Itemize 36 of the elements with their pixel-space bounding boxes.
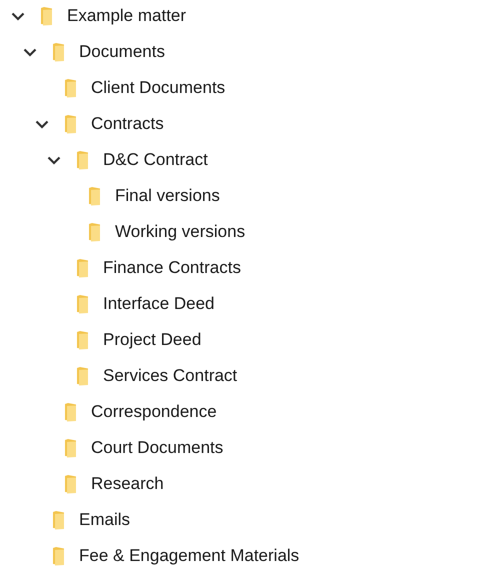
folder-icon — [40, 6, 53, 26]
chevron-icon[interactable] — [11, 12, 25, 20]
folder-label[interactable]: Working versions — [115, 222, 246, 242]
folder-label[interactable]: Services Contract — [103, 366, 238, 386]
folder-label[interactable]: Research — [91, 474, 164, 494]
folder-icon — [64, 474, 77, 494]
folder-label[interactable]: Contracts — [91, 114, 164, 134]
folder-label[interactable]: D&C Contract — [103, 150, 208, 170]
chevron-icon[interactable] — [35, 120, 49, 128]
folder-icon — [64, 402, 77, 422]
folder-label[interactable]: Fee & Engagement Materials — [79, 546, 300, 566]
folder-icon — [52, 546, 65, 566]
folder-label[interactable]: Finance Contracts — [103, 258, 241, 278]
folder-icon — [76, 258, 89, 278]
folder-icon — [88, 186, 101, 206]
folder-label[interactable]: Example matter — [67, 6, 186, 26]
folder-label[interactable]: Documents — [79, 42, 165, 62]
folder-label[interactable]: Project Deed — [103, 330, 202, 350]
folder-icon — [76, 150, 89, 170]
folder-icon — [64, 438, 77, 458]
folder-label[interactable]: Final versions — [115, 186, 220, 206]
folder-label[interactable]: Court Documents — [91, 438, 224, 458]
folder-icon — [52, 42, 65, 62]
folder-icon — [76, 366, 89, 386]
chevron-icon[interactable] — [47, 156, 61, 164]
folder-icon — [76, 294, 89, 314]
folder-label[interactable]: Client Documents — [91, 78, 226, 98]
folder-label[interactable]: Correspondence — [91, 402, 217, 422]
folder-label[interactable]: Interface Deed — [103, 294, 215, 314]
folder-icon — [52, 510, 65, 530]
folder-icon — [64, 114, 77, 134]
folder-icon — [76, 330, 89, 350]
folder-icon — [64, 78, 77, 98]
folder-label[interactable]: Emails — [79, 510, 130, 530]
folder-icon — [88, 222, 101, 242]
chevron-icon[interactable] — [23, 48, 37, 56]
